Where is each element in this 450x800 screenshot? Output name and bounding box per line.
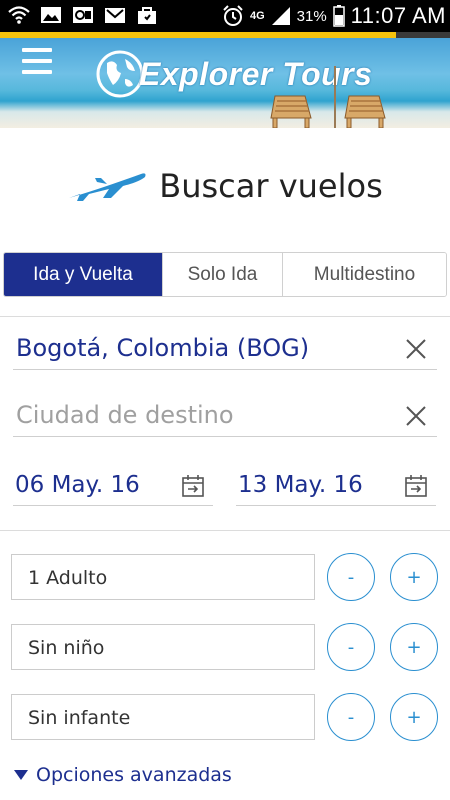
caret-down-icon — [14, 770, 28, 780]
image-icon — [41, 7, 61, 23]
children-increment-button[interactable]: + — [390, 623, 438, 671]
infants-field: Sin infante — [11, 694, 315, 740]
infants-increment-button[interactable]: + — [390, 693, 438, 741]
destination-field[interactable]: Ciudad de destino — [13, 397, 437, 437]
tab-one-way[interactable]: Solo Ida — [162, 253, 282, 296]
infants-label: Sin infante — [28, 707, 131, 729]
return-date: 13 May. 16 — [238, 472, 363, 498]
tab-round-trip[interactable]: Ida y Vuelta — [4, 253, 162, 296]
departure-date: 06 May. 16 — [15, 472, 140, 498]
children-decrement-button[interactable]: - — [327, 623, 375, 671]
calendar-depart-icon[interactable] — [181, 474, 205, 498]
hamburger-icon[interactable] — [22, 46, 54, 78]
adults-label: 1 Adulto — [28, 567, 108, 589]
page-title-row: Buscar vuelos — [0, 160, 450, 212]
wifi-icon — [8, 6, 30, 24]
trip-type-tabs: Ida y Vuelta Solo Ida Multidestino — [3, 252, 447, 297]
battery-icon — [332, 5, 345, 27]
bag-icon — [138, 7, 156, 24]
gmail-icon — [105, 8, 125, 23]
signal-icon — [271, 7, 290, 25]
clock: 11:07 AM — [350, 3, 446, 28]
tab-multi-destination[interactable]: Multidestino — [282, 253, 446, 296]
return-date-field[interactable]: 13 May. 16 — [236, 464, 436, 506]
adults-increment-button[interactable]: + — [390, 553, 438, 601]
adults-decrement-button[interactable]: - — [327, 553, 375, 601]
network-type: 4G — [249, 10, 265, 22]
calendar-return-icon[interactable] — [404, 474, 428, 498]
battery-percent: 31% — [296, 7, 327, 25]
clear-destination-icon[interactable] — [405, 405, 427, 427]
beach-chairs-image — [270, 66, 386, 128]
alarm-icon — [223, 5, 243, 26]
page-title: Buscar vuelos — [159, 167, 383, 205]
clear-origin-icon[interactable] — [405, 338, 427, 360]
children-field: Sin niño — [11, 624, 315, 670]
departure-date-field[interactable]: 06 May. 16 — [13, 464, 213, 506]
outlook-icon — [73, 7, 93, 23]
origin-value: Bogotá, Colombia (BOG) — [16, 334, 310, 362]
infants-decrement-button[interactable]: - — [327, 693, 375, 741]
children-label: Sin niño — [28, 637, 105, 659]
adults-field: 1 Adulto — [11, 554, 315, 600]
header-banner: Explorer Tours — [0, 38, 450, 128]
origin-field[interactable]: Bogotá, Colombia (BOG) — [13, 330, 437, 370]
advanced-options-toggle[interactable]: Opciones avanzadas — [14, 764, 232, 786]
airplane-icon — [69, 173, 146, 201]
globe-icon — [96, 50, 144, 98]
destination-placeholder: Ciudad de destino — [16, 401, 234, 429]
advanced-options-label: Opciones avanzadas — [36, 764, 232, 786]
status-bar: 4G 31% 11:07 AM — [0, 0, 450, 32]
divider — [0, 316, 450, 317]
divider — [0, 530, 450, 531]
